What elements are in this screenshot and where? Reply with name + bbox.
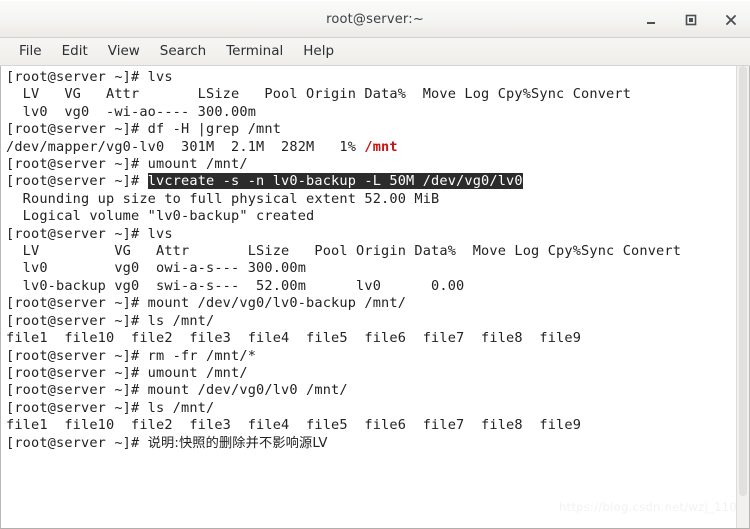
- terminal-line: Rounding up size to full physical extent…: [6, 190, 440, 207]
- title-bar: root@server:~: [0, 0, 750, 38]
- window-controls: [642, 1, 740, 39]
- terminal-output[interactable]: [root@server ~]# lvs LV VG Attr LSize Po…: [1, 66, 736, 528]
- terminal-line: [root@server ~]# 说明:快照的删除并不影响源LV: [6, 434, 328, 451]
- maximize-button[interactable]: [682, 11, 700, 29]
- menu-item-view[interactable]: View: [98, 41, 150, 62]
- terminal-line: file1 file10 file2 file3 file4 file5 fil…: [6, 330, 582, 347]
- terminal-line: [root@server ~]# umount /mnt/: [6, 364, 248, 381]
- mount-path-highlight: /mnt: [364, 138, 398, 155]
- menu-item-search[interactable]: Search: [150, 41, 216, 62]
- annotation-note-text: 说明:快照的删除并不影响源LV: [147, 435, 328, 451]
- menu-item-edit[interactable]: Edit: [52, 41, 98, 62]
- terminal-line: LV VG Attr LSize Pool Origin Data% Move …: [6, 243, 682, 260]
- terminal-line: [root@server ~]# df -H |grep /mnt: [6, 121, 282, 138]
- menu-bar: File Edit View Search Terminal Help: [0, 38, 750, 66]
- selected-command-text[interactable]: lvcreate -s -n lv0-backup -L 50M /dev/vg…: [147, 173, 523, 190]
- window-title: root@server:~: [326, 11, 424, 27]
- minimize-button[interactable]: [642, 11, 660, 29]
- terminal-line: [root@server ~]# lvs: [6, 69, 173, 85]
- terminal-line: /dev/mapper/vg0-lv0 301M 2.1M 282M 1% /m…: [6, 138, 398, 155]
- terminal-scrollbar[interactable]: [736, 66, 749, 528]
- terminal-line: [root@server ~]# lvs: [6, 225, 173, 242]
- terminal-line: lv0-backup vg0 swi-a-s--- 52.00m lv0 0.0…: [6, 277, 465, 294]
- terminal-line: [root@server ~]# ls /mnt/: [6, 312, 215, 329]
- terminal-line: [root@server ~]# mount /dev/vg0/lv0-back…: [6, 295, 407, 312]
- terminal-window: root@server:~ File Edit View Search Terminal…: [0, 0, 750, 529]
- terminal-area: [root@server ~]# lvs LV VG Attr LSize Po…: [0, 66, 750, 529]
- terminal-line: Logical volume "lv0-backup" created: [6, 208, 315, 225]
- close-button[interactable]: [722, 11, 740, 29]
- terminal-line: lv0 vg0 -wi-ao---- 300.00m: [6, 103, 257, 120]
- terminal-line: file1 file10 file2 file3 file4 file5 fil…: [6, 417, 582, 434]
- menu-item-terminal[interactable]: Terminal: [216, 41, 293, 62]
- terminal-line: [root@server ~]# ls /mnt/: [6, 399, 215, 416]
- scrollbar-thumb[interactable]: [739, 66, 747, 496]
- terminal-line: LV VG Attr LSize Pool Origin Data% Move …: [6, 86, 632, 103]
- menu-item-file[interactable]: File: [9, 41, 52, 62]
- terminal-line: lv0 vg0 owi-a-s--- 300.00m: [6, 260, 307, 277]
- terminal-line: [root@server ~]# rm -fr /mnt/*: [6, 347, 257, 364]
- terminal-line: [root@server ~]# lvcreate -s -n lv0-back…: [6, 173, 523, 190]
- terminal-line: [root@server ~]# mount /dev/vg0/lv0 /mnt…: [6, 382, 348, 399]
- menu-item-help[interactable]: Help: [293, 41, 344, 62]
- terminal-line: [root@server ~]# umount /mnt/: [6, 156, 248, 173]
